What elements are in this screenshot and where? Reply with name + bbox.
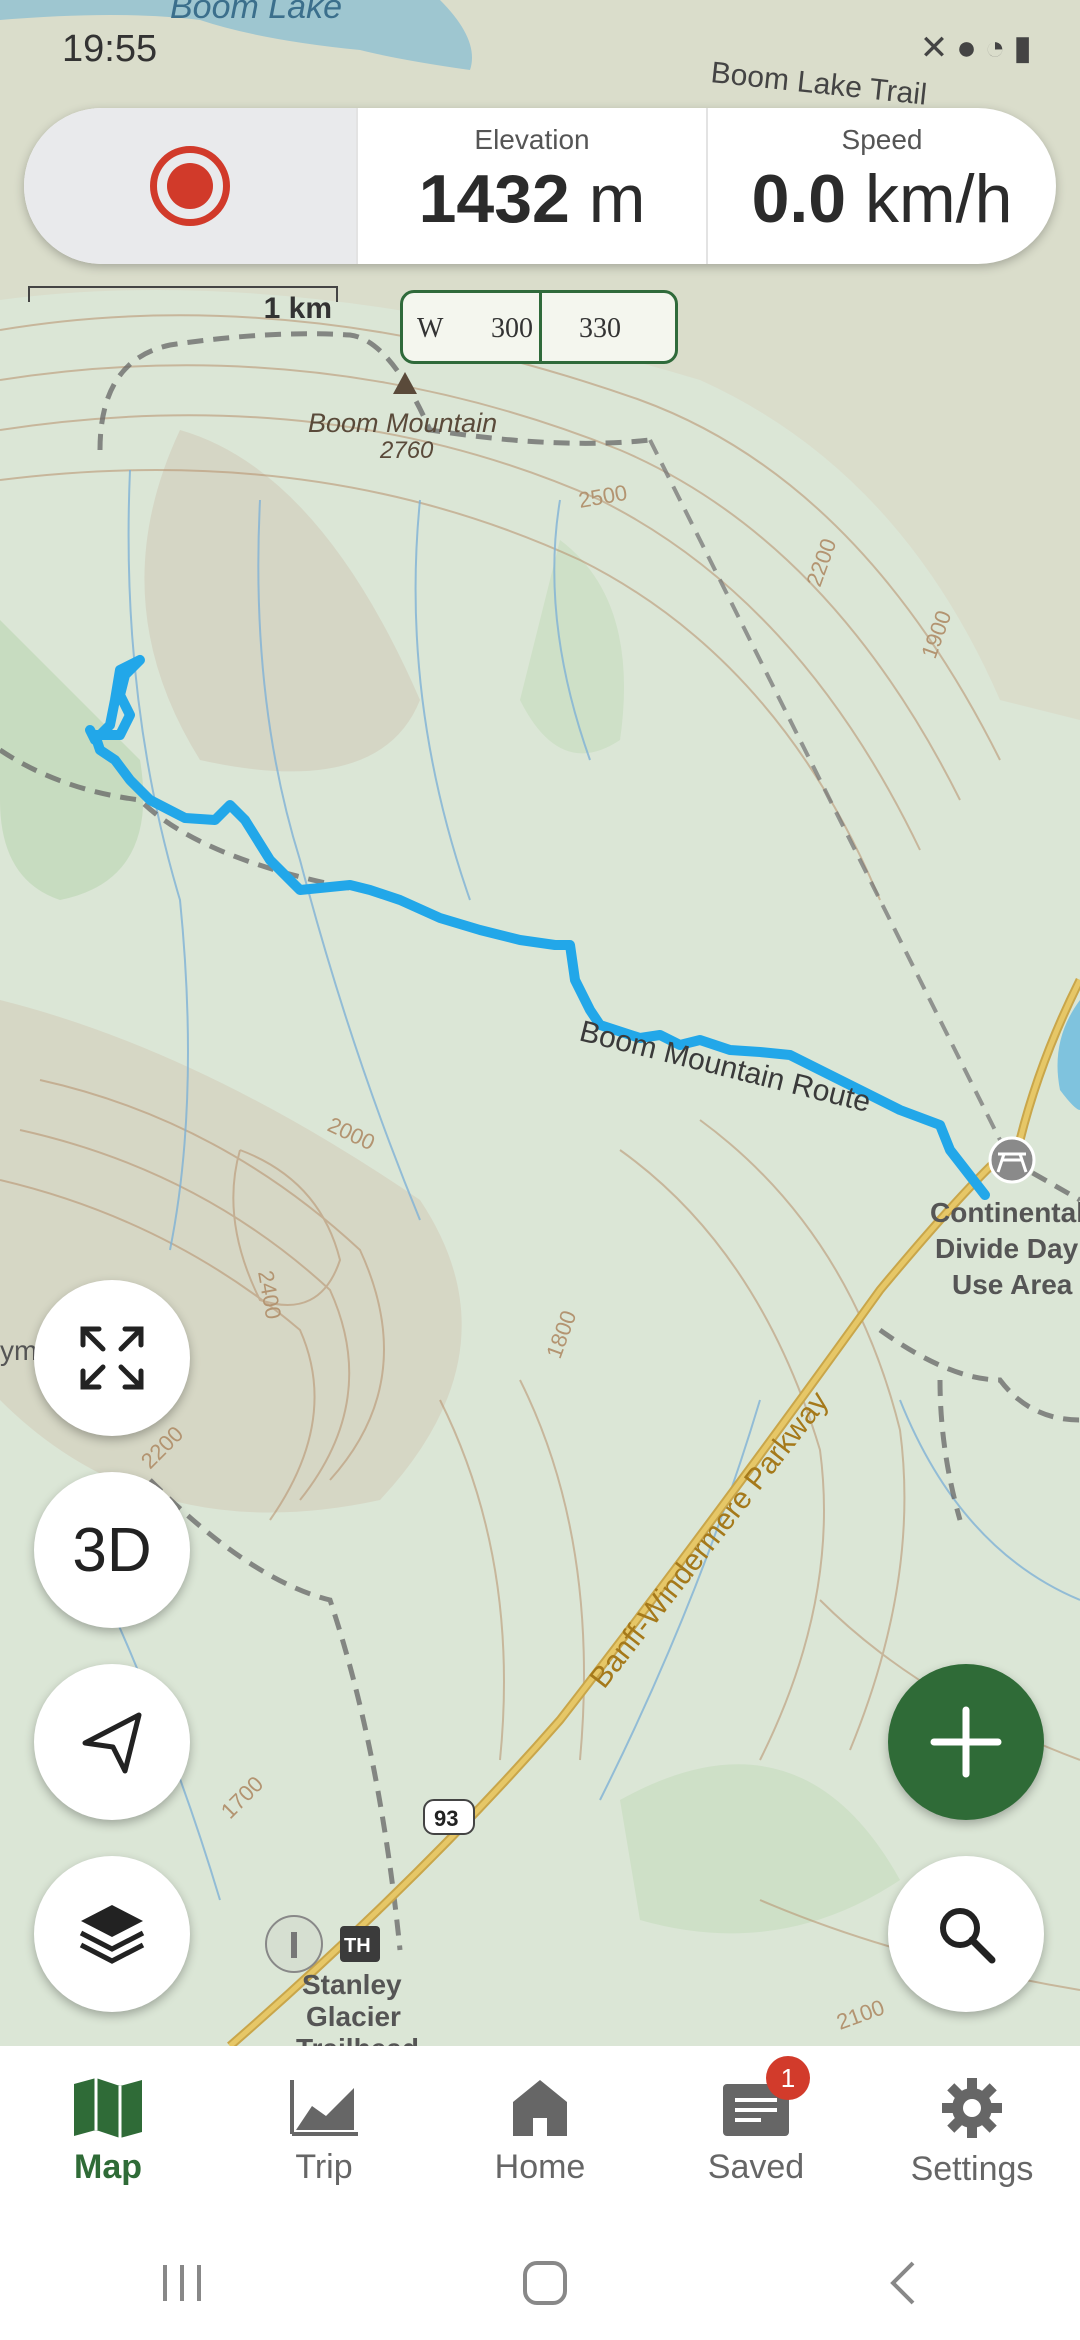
- nav-settings[interactable]: Settings: [864, 2046, 1080, 2226]
- gear-icon: [942, 2078, 1002, 2138]
- label-day-use-3: Use Area: [952, 1269, 1073, 1300]
- nav-trip-label: Trip: [295, 2148, 353, 2186]
- expand-icon: [80, 1326, 144, 1390]
- label-boom-mountain: Boom Mountain: [308, 408, 497, 438]
- 3d-label: 3D: [72, 1515, 152, 1585]
- navigate-icon: [82, 1712, 142, 1774]
- home-gesture-icon[interactable]: [520, 2258, 570, 2308]
- compass-needle: [539, 293, 542, 361]
- label-day-use-1: Continental: [930, 1197, 1080, 1228]
- elevation-stat[interactable]: Elevation 1432 m: [356, 108, 706, 264]
- scale-bar: 1 km: [28, 282, 338, 325]
- label-cut: ym: [0, 1335, 37, 1366]
- label-day-use-2: Divide Day: [935, 1233, 1079, 1264]
- nav-saved-label: Saved: [707, 2148, 805, 2186]
- saved-badge: 1: [766, 2056, 810, 2100]
- label-trailhead-3: Trailhead: [296, 2033, 419, 2046]
- 3d-button[interactable]: 3D: [34, 1472, 190, 1628]
- stats-panel: Elevation 1432 m Speed 0.0 km/h: [24, 108, 1056, 264]
- label-trailhead-2: Glacier: [306, 2001, 401, 2032]
- battery-icon: ▮: [1013, 29, 1040, 67]
- nav-map[interactable]: Map: [0, 2046, 216, 2226]
- search-button[interactable]: [888, 1856, 1044, 2012]
- location-icon: ●: [956, 29, 985, 67]
- layers-icon: [79, 1905, 145, 1964]
- label-trailhead-icon: TH: [344, 1935, 371, 1957]
- status-icons: ✕●◔▮: [920, 28, 1040, 68]
- scale-label: 1 km: [263, 292, 332, 325]
- nav-trip[interactable]: Trip: [216, 2046, 432, 2226]
- record-button[interactable]: [24, 108, 356, 264]
- speed-stat[interactable]: Speed 0.0 km/h: [706, 108, 1056, 264]
- system-nav: [0, 2226, 1080, 2340]
- speed-unit: km/h: [865, 161, 1013, 237]
- nav-settings-label: Settings: [910, 2150, 1034, 2188]
- label-trailhead-1: Stanley: [302, 1969, 402, 2000]
- home-icon: [513, 2080, 567, 2136]
- speed-label: Speed: [841, 124, 923, 155]
- wifi-icon: ◔: [984, 29, 1014, 67]
- layers-button[interactable]: [34, 1856, 190, 2012]
- plus-icon: [930, 1706, 1002, 1778]
- fullscreen-button[interactable]: [34, 1280, 190, 1436]
- elevation-label: Elevation: [474, 124, 590, 155]
- compass-w: W: [417, 313, 444, 344]
- add-button[interactable]: [888, 1664, 1044, 1820]
- mute-icon: ✕: [919, 29, 957, 67]
- recents-icon[interactable]: [157, 2261, 207, 2305]
- search-icon: [940, 1908, 996, 1964]
- speed-value: 0.0: [751, 161, 847, 237]
- nav-home[interactable]: Home: [432, 2046, 648, 2226]
- compass-330: 330: [579, 313, 621, 344]
- elevation-value: 1432: [418, 161, 570, 237]
- locate-button[interactable]: [34, 1664, 190, 1820]
- chart-icon: [290, 2080, 358, 2136]
- map-icon: [74, 2078, 142, 2138]
- back-icon[interactable]: [883, 2258, 923, 2308]
- compass[interactable]: W 300 330: [400, 290, 678, 364]
- bottom-nav: Map Trip Home 1 Saved Settings: [0, 2046, 1080, 2226]
- elevation-unit: m: [588, 161, 646, 237]
- compass-300: 300: [491, 313, 533, 344]
- label-highway: 93: [434, 1806, 458, 1831]
- status-bar: 19:55 ✕●◔▮: [0, 0, 1080, 100]
- nav-saved[interactable]: 1 Saved: [648, 2046, 864, 2226]
- nav-home-label: Home: [494, 2148, 586, 2186]
- label-boom-mountain-elev: 2760: [379, 437, 434, 464]
- nav-map-label: Map: [74, 2148, 142, 2186]
- record-icon: [150, 146, 230, 226]
- status-time: 19:55: [62, 28, 158, 70]
